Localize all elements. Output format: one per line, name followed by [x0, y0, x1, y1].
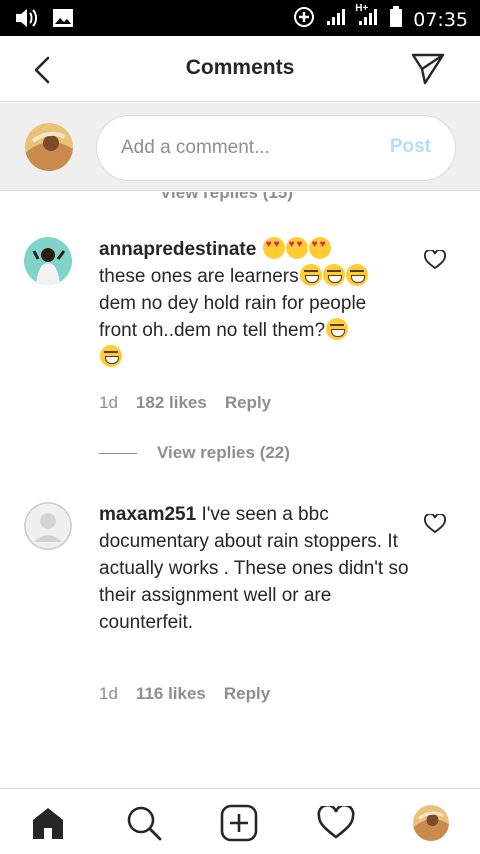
comment-username[interactable]: maxam251: [99, 504, 196, 525]
post-button[interactable]: Post: [390, 136, 431, 158]
battery-icon: [389, 6, 403, 33]
laughing-emoji-icon: [345, 264, 368, 286]
view-replies-link[interactable]: View replies (22): [157, 443, 290, 463]
reply-button[interactable]: Reply: [225, 393, 271, 413]
laughing-emoji-icon: [322, 264, 345, 286]
laughing-emoji-icon: [326, 318, 349, 340]
nav-home[interactable]: [28, 803, 68, 843]
comment-time: 1d: [99, 684, 118, 703]
comment-meta: 1d 116 likes Reply: [99, 684, 270, 704]
nav-add[interactable]: [219, 803, 259, 843]
reply-button[interactable]: Reply: [224, 684, 270, 704]
divider: [99, 452, 137, 454]
avatar[interactable]: [24, 237, 72, 285]
page-title: Comments: [185, 56, 295, 79]
laughing-emoji-icon: [299, 264, 322, 286]
laughing-emoji-icon: [100, 345, 122, 367]
header: Comments: [0, 36, 480, 102]
nav-activity[interactable]: [316, 803, 356, 843]
comment-body-line: these ones are learners: [99, 266, 299, 287]
comment-meta: 1d 182 likes Reply: [99, 393, 271, 413]
like-button[interactable]: [424, 513, 446, 534]
search-icon: [127, 806, 162, 841]
heart-eyes-emoji-icon: [285, 237, 308, 259]
heart-icon: [424, 249, 446, 270]
clock: 07:35: [413, 8, 468, 31]
view-replies[interactable]: View replies (22): [99, 443, 290, 463]
comment-item: maxam251 I've seen a bbc documentary abo…: [0, 500, 480, 720]
heart-eyes-emoji-icon: [308, 237, 331, 259]
comment-composer: Post: [0, 103, 480, 191]
avatar[interactable]: [24, 502, 72, 550]
comment-body-line: dem no dey hold rain for people: [99, 293, 367, 314]
comment-field[interactable]: Post: [96, 115, 456, 181]
comment-username[interactable]: annapredestinate: [99, 239, 256, 260]
nav-search[interactable]: [124, 803, 164, 843]
home-icon: [33, 808, 63, 839]
likes-count[interactable]: 116 likes: [136, 684, 206, 704]
bottom-nav: [0, 788, 480, 854]
add-icon: [220, 804, 258, 842]
image-icon: [52, 8, 74, 33]
comment-time: 1d: [99, 393, 118, 412]
heart-icon: [317, 806, 355, 839]
comment-input[interactable]: [121, 132, 371, 164]
cutoff-view-replies: View replies (15): [0, 192, 480, 204]
send-icon: [411, 53, 445, 85]
signal-icon: [325, 7, 347, 32]
avatar: [25, 123, 73, 171]
status-bar: H+ 07:35: [0, 0, 480, 36]
heart-eyes-emoji-icon: [262, 237, 285, 259]
heart-icon: [424, 513, 446, 534]
view-replies-link[interactable]: View replies (15): [160, 192, 293, 203]
volume-icon: [14, 7, 38, 34]
comment-item: annapredestinate these ones are learners…: [0, 230, 480, 480]
network-type: H+: [355, 3, 369, 14]
comment-body-line: front oh..dem no tell them?: [99, 320, 326, 341]
nav-profile[interactable]: [411, 803, 451, 843]
comment-text: maxam251 I've seen a bbc documentary abo…: [99, 501, 409, 636]
comment-text: annapredestinate these ones are learners…: [99, 236, 409, 371]
likes-count[interactable]: 182 likes: [136, 393, 207, 413]
share-button[interactable]: [410, 52, 446, 86]
like-button[interactable]: [424, 249, 446, 270]
profile-avatar: [413, 805, 449, 841]
data-saver-icon: [293, 6, 315, 33]
signal-icon: H+: [355, 3, 379, 32]
